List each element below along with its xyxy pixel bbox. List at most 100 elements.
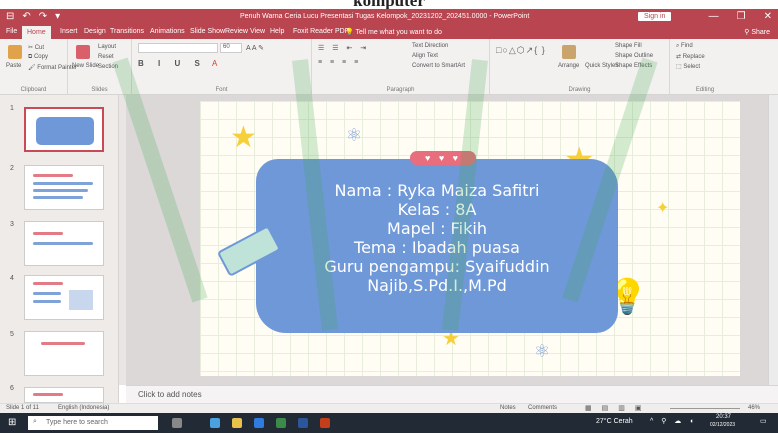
- font-group: 60 A A ✎ B I U S A Font: [132, 39, 312, 95]
- thumbnail-line: [33, 300, 61, 303]
- vertical-scrollbar[interactable]: [768, 95, 778, 385]
- slide-text-box[interactable]: Nama : Ryka Maiza Safitri Kelas : 8A Map…: [256, 181, 618, 295]
- thumbnail-line: [33, 242, 93, 245]
- shapes-gallery[interactable]: □○△⬡↗{ }: [496, 45, 546, 56]
- thumbnail-line: [33, 196, 83, 199]
- cut-label: Cut: [34, 45, 45, 51]
- shape-fill-button[interactable]: Shape Fill: [615, 43, 642, 49]
- share-label: Share: [751, 29, 770, 36]
- undo-icon[interactable]: ↶: [22, 12, 30, 22]
- slide-thumbnail-4[interactable]: [24, 275, 104, 320]
- section-button[interactable]: Section: [98, 64, 118, 70]
- powerpoint-icon[interactable]: [320, 418, 330, 428]
- status-bar: Slide 1 of 11 English (Indonesia) Notes …: [0, 403, 778, 413]
- new-slide-button[interactable]: New Slide: [72, 63, 100, 70]
- arrange-icon[interactable]: [562, 45, 576, 59]
- tab-view[interactable]: View: [250, 28, 265, 35]
- arrange-button[interactable]: Arrange: [558, 63, 579, 69]
- select-button[interactable]: ⬚ Select: [676, 63, 700, 70]
- cut-button[interactable]: ✂ Cut: [28, 44, 44, 51]
- tab-design[interactable]: Design: [84, 28, 106, 35]
- theme-line: Tema : Ibadah puasa: [354, 238, 520, 257]
- system-tray-icons[interactable]: ^ ⚲ ☁ ◖: [650, 417, 696, 425]
- weather-widget[interactable]: 27°C Cerah: [596, 418, 633, 425]
- notes-button[interactable]: Notes: [500, 405, 516, 411]
- slide-number: 2: [10, 165, 14, 172]
- shape-outline-button[interactable]: Shape Outline: [615, 53, 653, 59]
- editing-group: ⌕ Find ⇄ Replace ⬚ Select Editing: [670, 39, 740, 95]
- slide-thumbnail-1[interactable]: [24, 107, 104, 152]
- excel-icon[interactable]: [276, 418, 286, 428]
- paste-icon[interactable]: [8, 45, 22, 59]
- zoom-slider[interactable]: [670, 408, 740, 409]
- drawing-group: □○△⬡↗{ } Arrange Quick Styles Shape Fill…: [490, 39, 670, 95]
- close-button[interactable]: ✕: [764, 11, 772, 22]
- clock-date[interactable]: 02/12/2023: [710, 422, 735, 428]
- clipboard-group-label: Clipboard: [20, 87, 47, 93]
- window-title: Penuh Warna Ceria Lucu Presentasi Tugas …: [240, 13, 530, 20]
- slide-number: 3: [10, 221, 14, 228]
- task-view-icon[interactable]: [172, 418, 182, 428]
- layout-button[interactable]: Layout: [98, 44, 116, 50]
- tab-slide-show[interactable]: Slide Show: [190, 28, 225, 35]
- replace-button[interactable]: ⇄ Replace: [676, 53, 705, 60]
- find-button[interactable]: ⌕ Find: [676, 43, 693, 50]
- customize-qat-icon[interactable]: ▾: [55, 12, 60, 22]
- font-name-select[interactable]: [138, 43, 218, 53]
- windows-start-icon[interactable]: ⊞: [8, 417, 16, 428]
- notification-icon[interactable]: ▭: [760, 417, 767, 425]
- tab-animations[interactable]: Animations: [150, 28, 185, 35]
- taskbar-search[interactable]: ⌕ Type here to search: [28, 416, 158, 430]
- reset-button[interactable]: Reset: [98, 54, 114, 60]
- slide[interactable]: ★ ★ ✦ ★ ★ ⚛ ⚛ 💡 ♥ ♥ ♥ Nama : Ryka Maiza …: [200, 101, 740, 376]
- restore-button[interactable]: ❐: [737, 11, 746, 22]
- slide-thumbnail-6[interactable]: [24, 387, 104, 403]
- language-indicator[interactable]: English (Indonesia): [58, 405, 109, 411]
- slide-thumbnail-3[interactable]: [24, 221, 104, 266]
- slides-group: New Slide Layout Reset Section Slides: [68, 39, 132, 95]
- text-direction-button[interactable]: Text Direction: [412, 43, 448, 49]
- tab-insert[interactable]: Insert: [60, 28, 78, 35]
- align-buttons[interactable]: ≡ ≡ ≡ ≡: [318, 59, 361, 66]
- new-slide-icon[interactable]: [76, 45, 90, 59]
- smartart-button[interactable]: Convert to SmartArt: [412, 63, 465, 69]
- shape-effects-button[interactable]: Shape Effects: [615, 63, 652, 69]
- font-group-label: Font: [215, 87, 228, 93]
- list-buttons[interactable]: ☰ ☰ ⇤ ⇥: [318, 44, 369, 52]
- tab-file[interactable]: File: [6, 28, 17, 35]
- slide-thumbnail-2[interactable]: [24, 165, 104, 210]
- font-color-button[interactable]: A: [212, 59, 217, 68]
- tab-transitions[interactable]: Transitions: [110, 28, 144, 35]
- clock-time[interactable]: 20:37: [716, 414, 731, 420]
- word-icon[interactable]: [298, 418, 308, 428]
- edge-icon[interactable]: [210, 418, 220, 428]
- slide-thumbnail-5[interactable]: [24, 331, 104, 376]
- tab-home[interactable]: Home: [22, 26, 51, 39]
- slides-group-label: Slides: [91, 87, 108, 93]
- screen: komputer ⊟ ↶ ↷ ▾ Penuh Warna Ceria Lucu …: [0, 0, 778, 433]
- redo-icon[interactable]: ↷: [39, 12, 47, 22]
- teacher-line: Guru pengampu: Syaifuddin: [324, 257, 550, 276]
- minimize-button[interactable]: —: [709, 11, 719, 22]
- align-text-button[interactable]: Align Text: [412, 53, 438, 59]
- save-icon[interactable]: ⊟: [6, 12, 14, 22]
- font-size-buttons[interactable]: A A ✎: [246, 44, 264, 52]
- paste-button[interactable]: Paste: [6, 63, 21, 69]
- comments-button[interactable]: Comments: [528, 405, 557, 411]
- store-icon[interactable]: [254, 418, 264, 428]
- copy-button[interactable]: ⧉ Copy: [28, 54, 48, 61]
- quick-styles-button[interactable]: Quick Styles: [585, 63, 618, 69]
- sign-in-button[interactable]: Sign in: [638, 12, 672, 21]
- view-buttons[interactable]: ▦▤▥▣: [585, 404, 651, 412]
- font-format-buttons[interactable]: B I U S: [138, 59, 206, 68]
- tab-foxit-reader-pdf[interactable]: Foxit Reader PDF: [293, 28, 349, 35]
- thumbnail-scrollbar[interactable]: [119, 95, 126, 385]
- font-size-select[interactable]: 60: [220, 43, 242, 53]
- tab-help[interactable]: Help: [270, 28, 284, 35]
- tab-review[interactable]: Review: [225, 28, 248, 35]
- zoom-level[interactable]: 46%: [748, 405, 760, 411]
- file-explorer-icon[interactable]: [232, 418, 242, 428]
- share-button[interactable]: ⚲ Share: [744, 28, 770, 36]
- notes-pane[interactable]: Click to add notes: [126, 385, 778, 403]
- tell-me-search[interactable]: 💡 Tell me what you want to do: [345, 28, 442, 36]
